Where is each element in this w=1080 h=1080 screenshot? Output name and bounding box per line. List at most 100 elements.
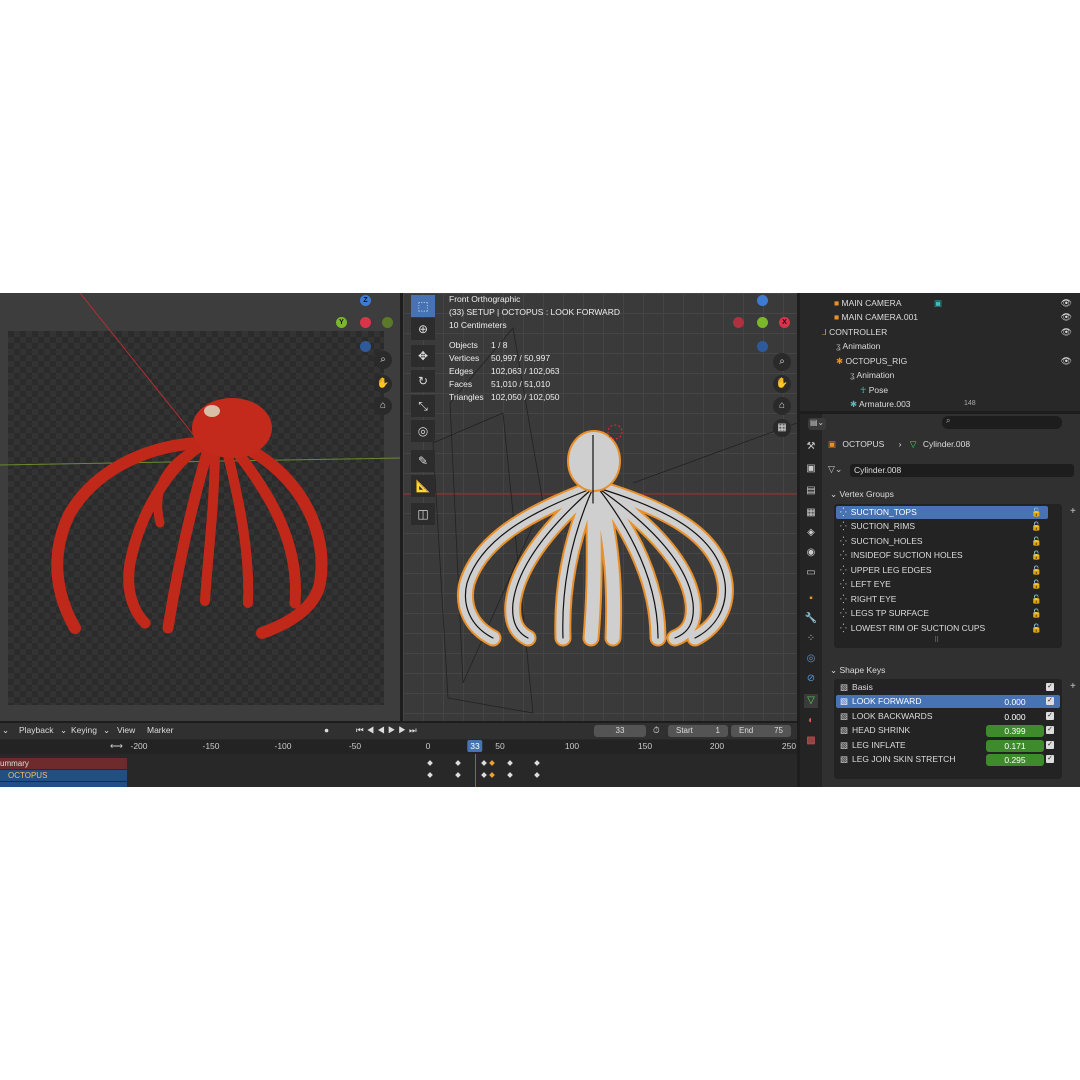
neg-z-axis-icon[interactable] xyxy=(360,341,371,352)
keyframe[interactable] xyxy=(481,772,487,778)
lock-icon[interactable]: 🔓 xyxy=(1031,549,1042,562)
output-tab-icon[interactable]: ▤ xyxy=(804,484,818,498)
eye-icon[interactable]: 👁 xyxy=(1061,354,1072,368)
rotate-tool[interactable]: ↻ xyxy=(411,370,435,392)
end-frame-field[interactable]: End 75 xyxy=(731,725,791,737)
list-item[interactable]: ⁛ LEFT EYE 🔓 xyxy=(836,578,1048,591)
keyframe[interactable] xyxy=(427,760,433,766)
lock-icon[interactable]: 🔓 xyxy=(1031,607,1042,620)
texture-tab-icon[interactable]: ▩ xyxy=(804,734,818,748)
channel-sub[interactable] xyxy=(0,782,127,787)
eye-icon[interactable]: 👁 xyxy=(1061,310,1072,324)
lock-icon[interactable]: 🔓 xyxy=(1031,535,1042,548)
checkbox[interactable]: ✓ xyxy=(1046,726,1054,734)
camera-view-icon[interactable]: ⌂ xyxy=(374,397,392,415)
render-viewport[interactable]: Z Y ⌕ ✋ ⌂ xyxy=(0,293,400,721)
resize-arrows-icon[interactable]: ⟷ xyxy=(110,741,123,752)
list-item[interactable]: ▧ HEAD SHRINK 0.399 ✓ xyxy=(836,724,1060,737)
zoom-icon[interactable]: ⌕ xyxy=(773,353,791,371)
keyframe[interactable] xyxy=(507,760,513,766)
menu-marker[interactable]: Marker xyxy=(147,725,173,735)
list-item[interactable]: ⁛ INSIDEOF SUCTION HOLES 🔓 xyxy=(836,549,1048,562)
constraints-tab-icon[interactable]: ⊘ xyxy=(804,672,818,686)
eye-icon[interactable]: 👁 xyxy=(1061,325,1072,339)
menu-playback[interactable]: Playback xyxy=(19,725,54,735)
hand-pan-icon[interactable]: ✋ xyxy=(773,375,791,393)
breadcrumb-data[interactable]: Cylinder.008 xyxy=(923,439,970,449)
vertex-groups-header[interactable]: ⌄ Vertex Groups xyxy=(830,489,894,500)
measure-tool[interactable]: 📐 xyxy=(411,475,435,497)
x-axis-icon[interactable] xyxy=(360,317,371,328)
checkbox[interactable]: ✓ xyxy=(1046,683,1054,691)
channel-summary[interactable]: ummary xyxy=(0,758,127,769)
list-item[interactable]: ⁛ LOWEST RIM OF SUCTION CUPS 🔓 xyxy=(836,622,1048,635)
outliner-row[interactable]: ʓ Animation xyxy=(850,368,1080,382)
lock-icon[interactable]: 🔓 xyxy=(1031,593,1042,606)
scale-tool[interactable]: ⤡ xyxy=(411,395,435,417)
vertex-groups-list[interactable]: ⁛ SUCTION_TOPS 🔓 ⁛ SUCTION_RIMS 🔓 ⁛ SUCTION_H… xyxy=(834,504,1062,648)
list-item[interactable]: ⁛ SUCTION_TOPS 🔓 xyxy=(836,506,1048,519)
grid-view-icon[interactable]: ▦ xyxy=(773,419,791,437)
channel-octopus[interactable]: OCTOPUS xyxy=(0,770,127,781)
neg-x-axis-icon[interactable] xyxy=(733,317,744,328)
frame-ruler[interactable]: ⟷ -200 -150 -100 -50 0 50 100 150 200 25… xyxy=(0,740,797,754)
tool-tab-icon[interactable]: ⚒ xyxy=(804,440,818,454)
menu-view[interactable]: View xyxy=(117,725,135,735)
current-frame-field[interactable]: 33 xyxy=(594,725,646,737)
keyframe[interactable] xyxy=(534,760,540,766)
search-icon[interactable]: ⌕ xyxy=(942,416,1062,429)
neg-y-axis-icon[interactable] xyxy=(382,317,393,328)
view-layer-tab-icon[interactable]: ▦ xyxy=(804,506,818,520)
particles-tab-icon[interactable]: ⁘ xyxy=(804,632,818,646)
start-frame-field[interactable]: Start 1 xyxy=(668,725,728,737)
keyframe[interactable] xyxy=(455,772,461,778)
zoom-icon[interactable]: ⌕ xyxy=(374,351,392,369)
shape-value[interactable]: 0.399 xyxy=(986,725,1044,737)
y-axis-icon[interactable]: Y xyxy=(336,317,347,328)
keyframe[interactable] xyxy=(489,760,495,766)
list-item[interactable]: ⁛ SUCTION_RIMS 🔓 xyxy=(836,520,1048,533)
record-icon[interactable]: ● xyxy=(324,725,329,735)
list-item[interactable]: ▧ LEG JOIN SKIN STRETCH 0.295 ✓ xyxy=(836,753,1060,766)
select-box-tool[interactable]: ⬚ xyxy=(411,295,435,317)
properties-editor[interactable]: ⚒ ▣ ▤ ▦ ◈ ◉ ▭ ▪ 🔧 ⁘ ◎ ⊘ ▽ ◐ ▩ ▤⌄ ⌕ ▣ OCT… xyxy=(800,414,1080,787)
checkbox[interactable]: ✓ xyxy=(1046,741,1054,749)
playback-controls-icon[interactable]: ⏮◀◀▶▶⏭ xyxy=(356,725,420,736)
checkbox[interactable]: ✓ xyxy=(1046,697,1054,705)
menu-keying[interactable]: Keying xyxy=(71,725,97,735)
mesh-browse-icon[interactable]: ▽⌄ xyxy=(828,464,842,475)
list-item[interactable]: ⁛ UPPER LEG EDGES 🔓 xyxy=(836,564,1048,577)
editor-type-icon[interactable]: ▤⌄ xyxy=(808,418,826,430)
lock-icon[interactable]: 🔓 xyxy=(1031,520,1042,533)
list-item[interactable]: ▧ LOOK FORWARD 0.000 ✓ xyxy=(836,695,1060,708)
checkbox[interactable]: ✓ xyxy=(1046,712,1054,720)
modifier-tab-icon[interactable]: 🔧 xyxy=(804,612,818,626)
shape-keys-list[interactable]: ▧ Basis ✓ ▧ LOOK FORWARD 0.000 ✓ ▧ LOOK BACKWA… xyxy=(834,679,1062,779)
cursor-tool[interactable]: ⊕ xyxy=(411,318,435,340)
move-tool[interactable]: ✥ xyxy=(411,345,435,367)
collection-tab-icon[interactable]: ▭ xyxy=(804,566,818,580)
z-axis-icon[interactable] xyxy=(757,295,768,306)
keyframe[interactable] xyxy=(455,760,461,766)
shape-value[interactable]: 0.000 xyxy=(986,711,1044,723)
outliner[interactable]: ■ MAIN CAMERA ▣ 👁 ■ MAIN CAMERA.001 👁 ⅃ CON… xyxy=(800,293,1080,411)
list-item[interactable]: ⁛ SUCTION_HOLES 🔓 xyxy=(836,535,1048,548)
keyframe[interactable] xyxy=(534,772,540,778)
y-axis-icon[interactable] xyxy=(757,317,768,328)
resize-handle-icon[interactable]: ⠿ xyxy=(934,636,939,644)
physics-tab-icon[interactable]: ◎ xyxy=(804,652,818,666)
object-tab-icon[interactable]: ▪ xyxy=(804,592,818,606)
scene-tab-icon[interactable]: ◈ xyxy=(804,526,818,540)
add-cube-tool[interactable]: ◫ xyxy=(411,503,435,525)
list-item[interactable]: ▧ LOOK BACKWARDS 0.000 ✓ xyxy=(836,710,1060,723)
transform-tool[interactable]: ◎ xyxy=(411,420,435,442)
add-shape-key-icon[interactable]: + xyxy=(1070,681,1080,692)
shape-keys-header[interactable]: ⌄ Shape Keys xyxy=(830,665,885,676)
outliner-row[interactable]: ■ MAIN CAMERA ▣ 👁 xyxy=(834,296,1080,310)
outliner-row[interactable]: ☥ Pose xyxy=(860,383,1080,397)
breadcrumb-object[interactable]: OCTOPUS xyxy=(842,439,884,449)
shape-value[interactable]: 0.171 xyxy=(986,740,1044,752)
list-item[interactable]: ⁛ RIGHT EYE 🔓 xyxy=(836,593,1048,606)
outliner-row[interactable]: ✱ OCTOPUS_RIG 👁 xyxy=(836,354,1080,368)
keyframe[interactable] xyxy=(489,772,495,778)
